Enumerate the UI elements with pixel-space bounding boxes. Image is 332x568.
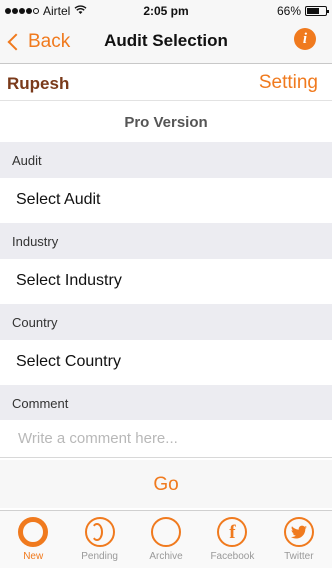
tab-archive[interactable]: Archive xyxy=(133,511,199,568)
tab-label-pending: Pending xyxy=(81,551,118,562)
facebook-icon: f xyxy=(217,517,248,547)
new-circle-icon xyxy=(18,517,49,547)
select-audit-row[interactable]: Select Audit xyxy=(0,178,332,223)
country-section-header: Country xyxy=(0,304,332,340)
select-industry-row[interactable]: Select Industry xyxy=(0,259,332,304)
status-right: 66% xyxy=(276,4,329,18)
battery-percent: 66% xyxy=(276,4,301,18)
go-button[interactable]: Go xyxy=(0,460,332,508)
comment-input[interactable] xyxy=(0,420,332,458)
setting-button[interactable]: Setting xyxy=(259,72,318,94)
tab-facebook[interactable]: f Facebook xyxy=(199,511,265,568)
page-title: Audit Selection xyxy=(104,31,228,50)
industry-section-header: Industry xyxy=(0,223,332,259)
select-country-row[interactable]: Select Country xyxy=(0,340,332,385)
pending-icon xyxy=(84,517,115,547)
user-name: Rupesh xyxy=(7,74,70,93)
status-bar: Airtel 2:05 pm 66% xyxy=(0,0,332,22)
tab-label-archive: Archive xyxy=(149,551,183,562)
battery-icon xyxy=(305,6,329,16)
info-icon[interactable]: i xyxy=(294,28,316,50)
tab-new[interactable]: New xyxy=(0,511,66,568)
user-row: Rupesh Setting xyxy=(0,64,332,101)
tab-label-new: New xyxy=(23,551,44,562)
audit-section-header: Audit xyxy=(0,142,332,178)
twitter-icon xyxy=(283,517,314,547)
tab-label-twitter: Twitter xyxy=(284,551,314,562)
tab-label-facebook: Facebook xyxy=(210,551,255,562)
tab-bar: New Pending Archive f Facebook Twitter xyxy=(0,510,332,568)
tab-pending[interactable]: Pending xyxy=(66,511,132,568)
archive-icon xyxy=(151,517,182,547)
navigation-bar: Back Audit Selection i xyxy=(0,22,332,64)
comment-section-header: Comment xyxy=(0,385,332,420)
version-label: Pro Version xyxy=(124,114,208,131)
tab-twitter[interactable]: Twitter xyxy=(266,511,332,568)
